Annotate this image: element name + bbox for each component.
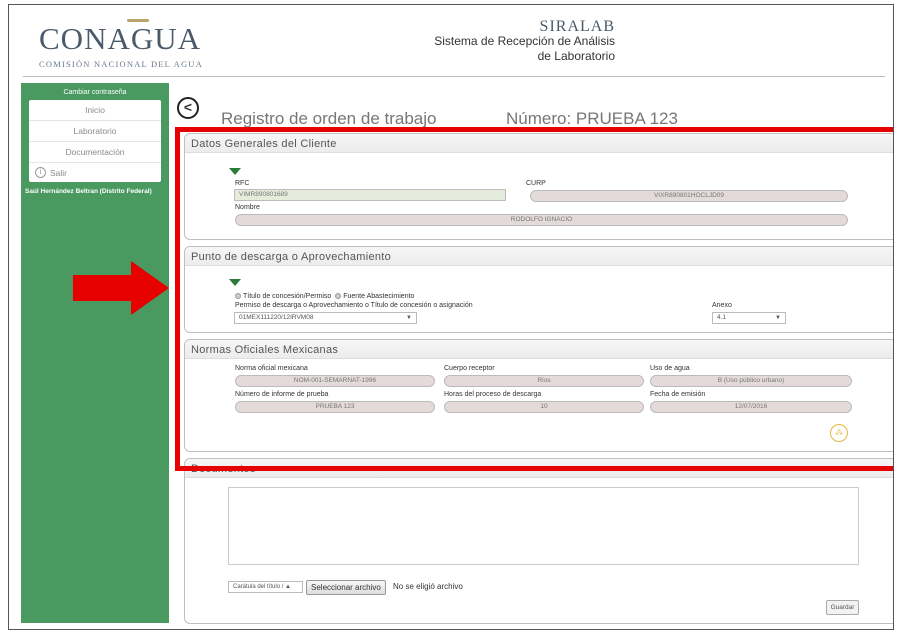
sidebar-item-inicio[interactable]: Inicio [29,100,161,121]
page-title: Registro de orden de trabajo [221,109,437,128]
app-window: CONAGUA COMISIÓN NACIONAL DEL AGUA SIRAL… [8,4,894,630]
logo-accent-mark [127,19,149,22]
power-icon: i [35,167,46,178]
back-arrow-icon[interactable]: < [177,97,199,119]
sidebar-menu: Inicio Laboratorio Documentación i Salir [29,100,161,182]
documents-textarea[interactable] [228,487,859,565]
header-subtitle-2: de Laboratorio [537,49,615,63]
user-name: Saúl Hernández Beltran (Distrito Federal… [25,188,152,195]
logo-main-text: CONAGUA [39,21,201,56]
logout-link[interactable]: i Salir [29,163,161,182]
file-status: No se eligió archivo [393,582,463,591]
select-file-button[interactable]: Seleccionar archivo [306,580,386,595]
save-button[interactable]: Guardar [826,600,859,615]
doc-type-select[interactable]: Carátula del título / ▲ [228,581,303,593]
highlight-frame [175,127,893,471]
change-password-link[interactable]: Cambiar contraseña [21,83,169,100]
logout-label: Salir [50,167,68,178]
siralab-header: SIRALAB Sistema de Recepción de Análisis… [434,19,615,64]
sidebar-item-documentacion[interactable]: Documentación [29,142,161,163]
sidebar: Cambiar contraseña Inicio Laboratorio Do… [21,83,169,623]
conagua-logo: CONAGUA COMISIÓN NACIONAL DEL AGUA [39,21,203,69]
order-number: Número: PRUEBA 123 [506,109,678,128]
sidebar-item-laboratorio[interactable]: Laboratorio [29,121,161,142]
documents-panel: Documentos Carátula del título / ▲ Selec… [184,458,893,624]
header-subtitle-1: Sistema de Recepción de Análisis [434,34,615,48]
doc-type-value: Carátula del título / ▲ [233,584,291,590]
red-arrow-icon [73,261,169,315]
logo-sub-text: COMISIÓN NACIONAL DEL AGUA [39,59,203,69]
header-divider [23,76,885,77]
siralab-brand: SIRALAB [539,18,615,35]
